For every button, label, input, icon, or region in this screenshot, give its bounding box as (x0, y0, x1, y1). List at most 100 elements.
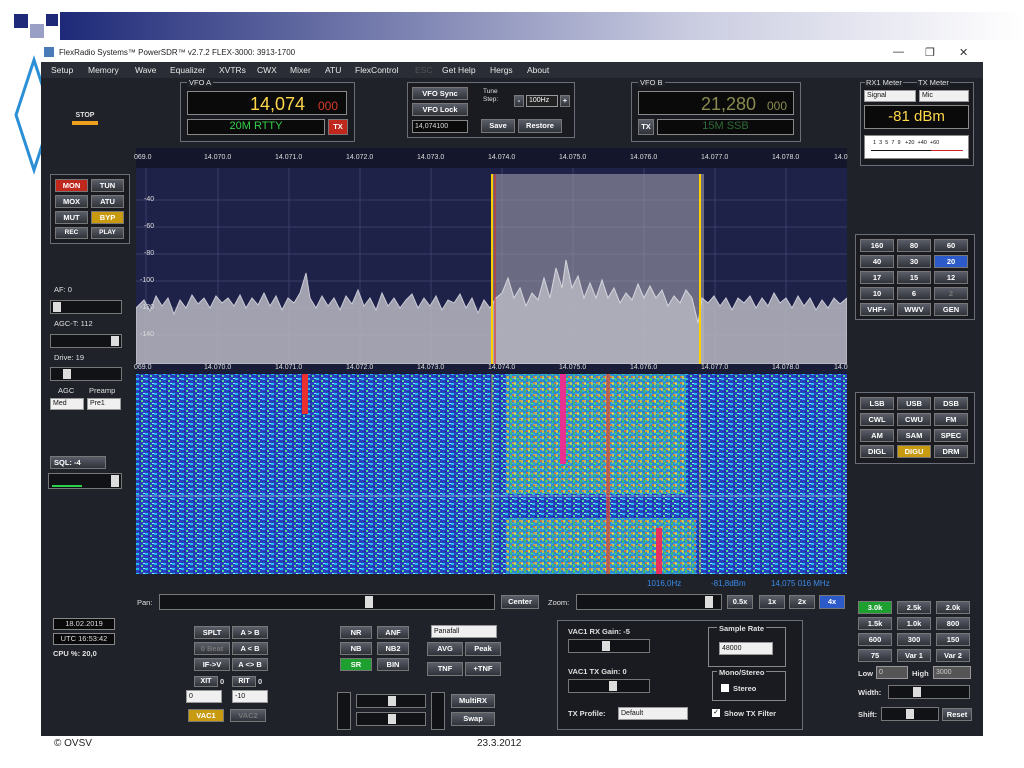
restore-button[interactable]: Restore (518, 119, 562, 133)
display-mode-select[interactable]: Panafall (431, 625, 497, 638)
save-button[interactable]: Save (481, 119, 515, 133)
zoom-05x[interactable]: 0.5x (727, 595, 753, 609)
mode-dsb[interactable]: DSB (934, 397, 968, 410)
nb-button[interactable]: NB (340, 642, 372, 655)
tune-step-minus[interactable]: - (514, 95, 524, 107)
rec-button[interactable]: REC (55, 227, 88, 239)
filter-2-5k[interactable]: 2.5k (897, 601, 931, 614)
menu-hergs[interactable]: Hergs (490, 65, 513, 75)
mut-button[interactable]: MUT (55, 211, 88, 224)
width-slider[interactable] (888, 685, 970, 699)
split-button[interactable]: SPLT (194, 626, 230, 639)
mode-cwl[interactable]: CWL (860, 413, 894, 426)
zoom-2x[interactable]: 2x (789, 595, 815, 609)
byp-button[interactable]: BYP (91, 211, 124, 224)
menu-memory[interactable]: Memory (88, 65, 119, 75)
display-graphics[interactable] (135, 148, 848, 574)
menu-get-help[interactable]: Get Help (442, 65, 476, 75)
multirx-vertical-slider-2[interactable] (431, 692, 445, 730)
sql-button[interactable]: SQL: -4 (50, 456, 106, 469)
tune-step-value[interactable]: 100Hz (526, 95, 558, 107)
display-area[interactable]: 069.0 14.070.0 14.071.0 14.072.0 14.073.… (134, 148, 848, 574)
agct-slider[interactable] (50, 334, 122, 348)
band-15[interactable]: 15 (897, 271, 931, 284)
filter-2k[interactable]: 2.0k (936, 601, 970, 614)
sample-rate-select[interactable]: 48000 (719, 642, 773, 655)
af-slider[interactable] (50, 300, 122, 314)
bin-button[interactable]: BIN (377, 658, 409, 671)
avg-button[interactable]: AVG (427, 642, 463, 656)
vac2-button[interactable]: VAC2 (230, 709, 266, 722)
menu-mixer[interactable]: Mixer (290, 65, 311, 75)
sql-slider-thumb[interactable] (111, 475, 119, 487)
tx-profile-select[interactable]: Default (618, 707, 688, 720)
sql-slider[interactable] (48, 473, 122, 489)
shift-slider-thumb[interactable] (906, 709, 914, 719)
rit-input[interactable]: -10 (232, 690, 268, 703)
menu-flexcontrol[interactable]: FlexControl (355, 65, 398, 75)
vac-tx-gain-slider[interactable] (568, 679, 650, 693)
filter-var2[interactable]: Var 2 (936, 649, 970, 662)
mode-digu[interactable]: DIGU (897, 445, 931, 458)
vfo-b-tx-button[interactable]: TX (638, 119, 654, 135)
maximize-icon[interactable]: ❐ (925, 46, 935, 59)
nb2-button[interactable]: NB2 (377, 642, 409, 655)
filter-1-5k[interactable]: 1.5k (858, 617, 892, 630)
filter-150[interactable]: 150 (936, 633, 970, 646)
tun-button[interactable]: TUN (91, 179, 124, 192)
filter-800[interactable]: 800 (936, 617, 970, 630)
filter-1k[interactable]: 1.0k (897, 617, 931, 630)
vfo-a-tx-button[interactable]: TX (328, 119, 348, 135)
tx-meter-select[interactable]: Mic (919, 90, 969, 102)
mode-am[interactable]: AM (860, 429, 894, 442)
mode-lsb[interactable]: LSB (860, 397, 894, 410)
preamp-select[interactable]: Pre1 (87, 398, 121, 410)
show-tx-filter-checkbox[interactable]: ✓ (712, 709, 720, 717)
band-2[interactable]: 2 (934, 287, 968, 300)
tnf-button[interactable]: TNF (427, 662, 463, 676)
low-input[interactable]: 0 (876, 666, 908, 679)
filter-3k[interactable]: 3.0k (858, 601, 892, 614)
filter-var1[interactable]: Var 1 (897, 649, 931, 662)
vfo-sync-button[interactable]: VFO Sync (412, 87, 468, 100)
mode-drm[interactable]: DRM (934, 445, 968, 458)
mode-digl[interactable]: DIGL (860, 445, 894, 458)
menu-atu[interactable]: ATU (325, 65, 341, 75)
center-button[interactable]: Center (501, 595, 539, 609)
stereo-checkbox[interactable] (721, 684, 729, 692)
menu-cwx[interactable]: CWX (257, 65, 277, 75)
nr-button[interactable]: NR (340, 626, 372, 639)
menu-xvtrs[interactable]: XVTRs (219, 65, 246, 75)
multirx-pan-slider[interactable] (356, 694, 426, 708)
b-to-a-button[interactable]: A < B (232, 642, 268, 655)
stop-button[interactable]: STOP (65, 112, 105, 134)
zoom-slider[interactable] (576, 594, 722, 610)
close-icon[interactable]: ✕ (959, 46, 968, 59)
af-slider-thumb[interactable] (53, 302, 61, 312)
menu-wave[interactable]: Wave (135, 65, 156, 75)
band-12[interactable]: 12 (934, 271, 968, 284)
vac-rx-gain-thumb[interactable] (602, 641, 610, 651)
play-button[interactable]: PLAY (91, 227, 124, 239)
vfo-a-display[interactable]: 14,074 000 (187, 91, 347, 115)
vac1-button[interactable]: VAC1 (188, 709, 224, 722)
mode-fm[interactable]: FM (934, 413, 968, 426)
menu-about[interactable]: About (527, 65, 549, 75)
vfo-b-display[interactable]: 21,280 000 (638, 91, 794, 115)
zoom-1x[interactable]: 1x (759, 595, 785, 609)
menu-equalizer[interactable]: Equalizer (170, 65, 205, 75)
filter-75[interactable]: 75 (858, 649, 892, 662)
swap-button[interactable]: Swap (451, 712, 495, 726)
reset-button[interactable]: Reset (942, 708, 972, 721)
band-gen[interactable]: GEN (934, 303, 968, 316)
tune-step-plus[interactable]: + (560, 95, 570, 107)
zoom-4x[interactable]: 4x (819, 595, 845, 609)
zoom-slider-thumb[interactable] (705, 596, 713, 608)
band-80[interactable]: 80 (897, 239, 931, 252)
band-160[interactable]: 160 (860, 239, 894, 252)
rit-button[interactable]: RIT (232, 676, 256, 687)
zero-beat-button[interactable]: 0 Beat (194, 642, 230, 655)
vfo-lock-button[interactable]: VFO Lock (412, 103, 468, 116)
filter-300[interactable]: 300 (897, 633, 931, 646)
agc-select[interactable]: Med (50, 398, 84, 410)
